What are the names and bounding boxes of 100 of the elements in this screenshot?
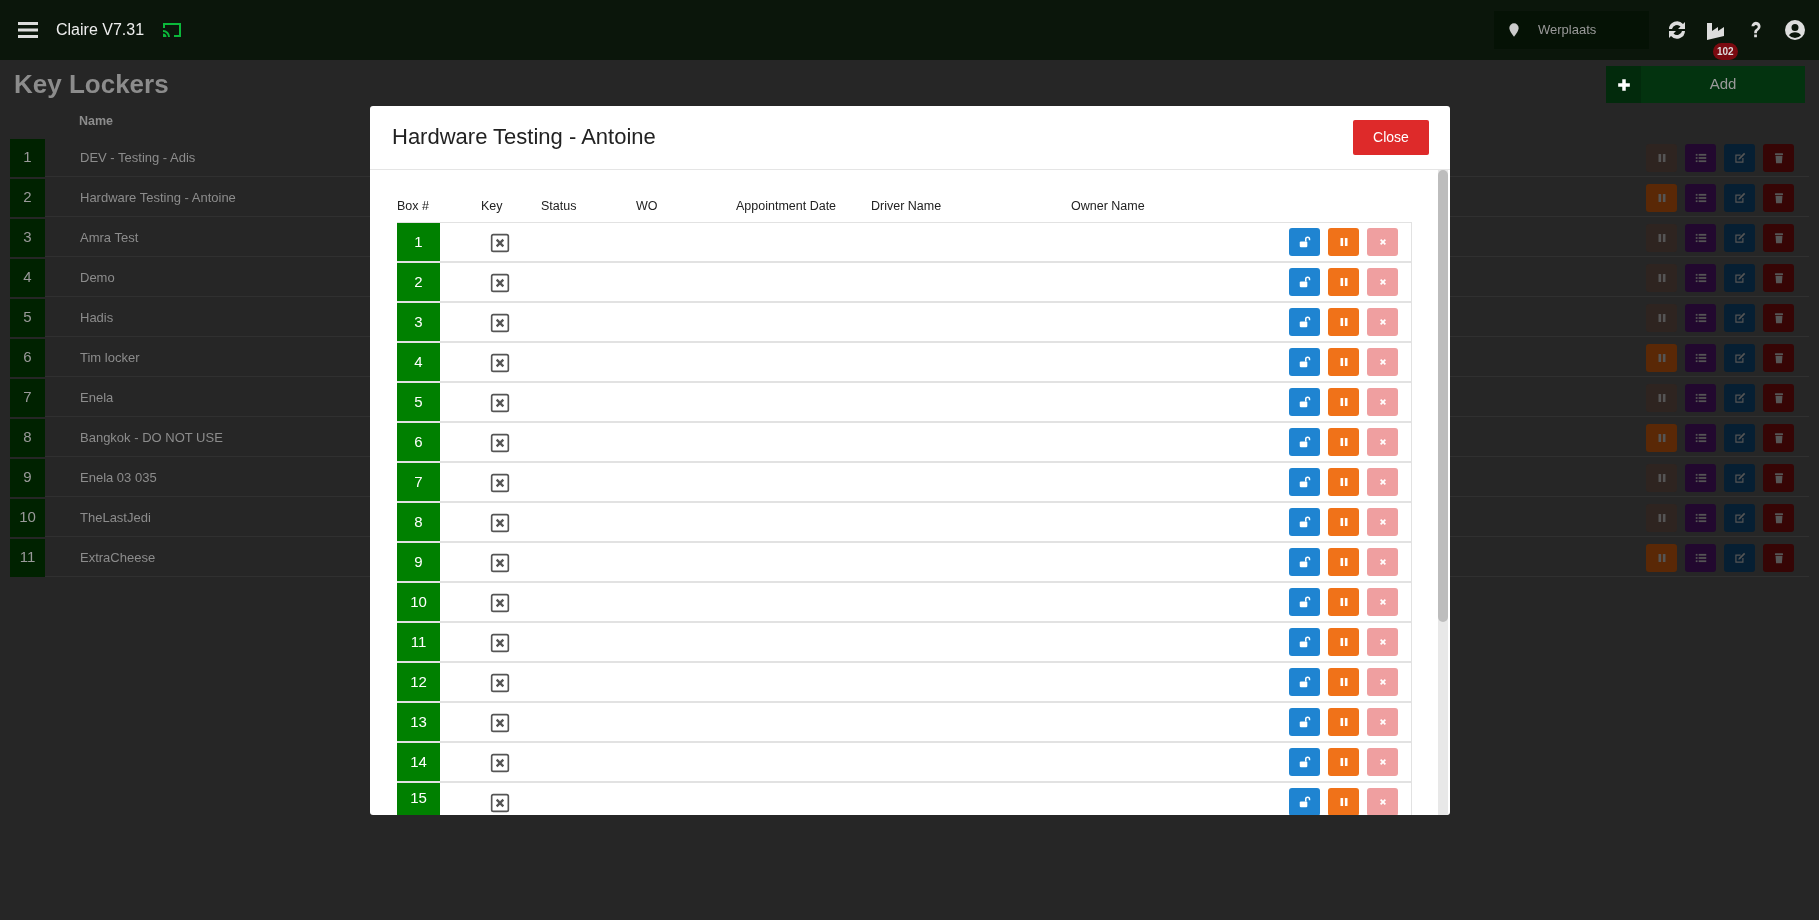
pause-button[interactable] [1328, 628, 1359, 656]
edit-icon [1732, 190, 1747, 205]
edit-button[interactable] [1724, 503, 1755, 532]
pause-button[interactable] [1646, 463, 1677, 492]
delete-button[interactable] [1763, 543, 1794, 572]
unlock-button[interactable] [1289, 588, 1320, 616]
edit-button[interactable] [1724, 303, 1755, 332]
pause-button[interactable] [1646, 223, 1677, 252]
pause-button[interactable] [1328, 748, 1359, 776]
unlock-button[interactable] [1289, 468, 1320, 496]
locker-number: 6 [10, 338, 45, 377]
delete-button[interactable] [1763, 303, 1794, 332]
edit-button[interactable] [1724, 543, 1755, 572]
pause-button[interactable] [1328, 788, 1359, 815]
unlock-icon [1297, 315, 1312, 329]
edit-button[interactable] [1724, 223, 1755, 252]
pause-button[interactable] [1646, 383, 1677, 412]
delete-button[interactable] [1763, 223, 1794, 252]
edit-icon [1732, 150, 1747, 165]
pause-button[interactable] [1328, 468, 1359, 496]
user-icon [1783, 18, 1807, 42]
locker-name: Hadis [80, 308, 114, 327]
pause-button[interactable] [1328, 228, 1359, 256]
pause-button[interactable] [1646, 343, 1677, 372]
delete-button[interactable] [1763, 463, 1794, 492]
locker-name: Enela [80, 388, 114, 407]
edit-button[interactable] [1724, 143, 1755, 172]
delete-button[interactable] [1763, 423, 1794, 452]
close-button[interactable]: Close [1353, 120, 1429, 155]
edit-button[interactable] [1724, 343, 1755, 372]
delete-button[interactable] [1763, 383, 1794, 412]
unlock-icon [1297, 595, 1312, 609]
unlock-icon [1297, 675, 1312, 689]
location-selector[interactable]: Werplaats [1494, 11, 1649, 49]
unlock-icon [1297, 795, 1312, 809]
pause-button[interactable] [1646, 303, 1677, 332]
edit-button[interactable] [1724, 423, 1755, 452]
list-button[interactable] [1685, 423, 1716, 452]
unlock-button[interactable] [1289, 348, 1320, 376]
edit-button[interactable] [1724, 263, 1755, 292]
unlock-button[interactable] [1289, 628, 1320, 656]
pause-button[interactable] [1328, 388, 1359, 416]
unlock-button[interactable] [1289, 228, 1320, 256]
list-button[interactable] [1685, 143, 1716, 172]
pause-button[interactable] [1328, 668, 1359, 696]
box-number: 11 [397, 623, 440, 661]
column-header: Box # [397, 197, 430, 215]
pause-button[interactable] [1328, 708, 1359, 736]
unlock-button[interactable] [1289, 668, 1320, 696]
edit-button[interactable] [1724, 463, 1755, 492]
delete-button[interactable] [1763, 503, 1794, 532]
pause-button[interactable] [1328, 548, 1359, 576]
plus-icon [1616, 77, 1631, 92]
list-button[interactable] [1685, 463, 1716, 492]
map-pin-icon [1506, 22, 1522, 38]
edit-button[interactable] [1724, 383, 1755, 412]
delete-button[interactable] [1763, 343, 1794, 372]
unlock-button[interactable] [1289, 268, 1320, 296]
unlock-button[interactable] [1289, 428, 1320, 456]
pause-button[interactable] [1328, 308, 1359, 336]
box-number: 2 [397, 263, 440, 301]
pause-button[interactable] [1646, 543, 1677, 572]
pause-button[interactable] [1646, 423, 1677, 452]
list-button[interactable] [1685, 223, 1716, 252]
unlock-button[interactable] [1289, 388, 1320, 416]
pause-button[interactable] [1328, 588, 1359, 616]
pause-button[interactable] [1328, 268, 1359, 296]
pause-button[interactable] [1328, 348, 1359, 376]
list-button[interactable] [1685, 343, 1716, 372]
unlock-button[interactable] [1289, 708, 1320, 736]
locker-number: 3 [10, 218, 45, 257]
pause-button[interactable] [1646, 503, 1677, 532]
list-button[interactable] [1685, 503, 1716, 532]
edit-icon [1732, 350, 1747, 365]
delete-button[interactable] [1763, 143, 1794, 172]
locker-number: 9 [10, 458, 45, 497]
unlock-button[interactable] [1289, 548, 1320, 576]
list-button[interactable] [1685, 383, 1716, 412]
delete-button[interactable] [1763, 183, 1794, 212]
delete-button[interactable] [1763, 263, 1794, 292]
list-button[interactable] [1685, 263, 1716, 292]
add-button[interactable]: Add [1606, 66, 1805, 103]
pause-button[interactable] [1646, 143, 1677, 172]
list-button[interactable] [1685, 543, 1716, 572]
locker-name: Enela 03 035 [80, 468, 157, 487]
locker-name: Demo [80, 268, 115, 287]
unlock-button[interactable] [1289, 788, 1320, 815]
locker-name: Hardware Testing - Antoine [80, 188, 236, 207]
pause-button[interactable] [1646, 263, 1677, 292]
unlock-button[interactable] [1289, 308, 1320, 336]
list-button[interactable] [1685, 183, 1716, 212]
box-number: 12 [397, 663, 440, 701]
unlock-icon [1297, 635, 1312, 649]
edit-button[interactable] [1724, 183, 1755, 212]
pause-button[interactable] [1328, 428, 1359, 456]
unlock-button[interactable] [1289, 748, 1320, 776]
unlock-button[interactable] [1289, 508, 1320, 536]
list-button[interactable] [1685, 303, 1716, 332]
pause-button[interactable] [1646, 183, 1677, 212]
pause-button[interactable] [1328, 508, 1359, 536]
